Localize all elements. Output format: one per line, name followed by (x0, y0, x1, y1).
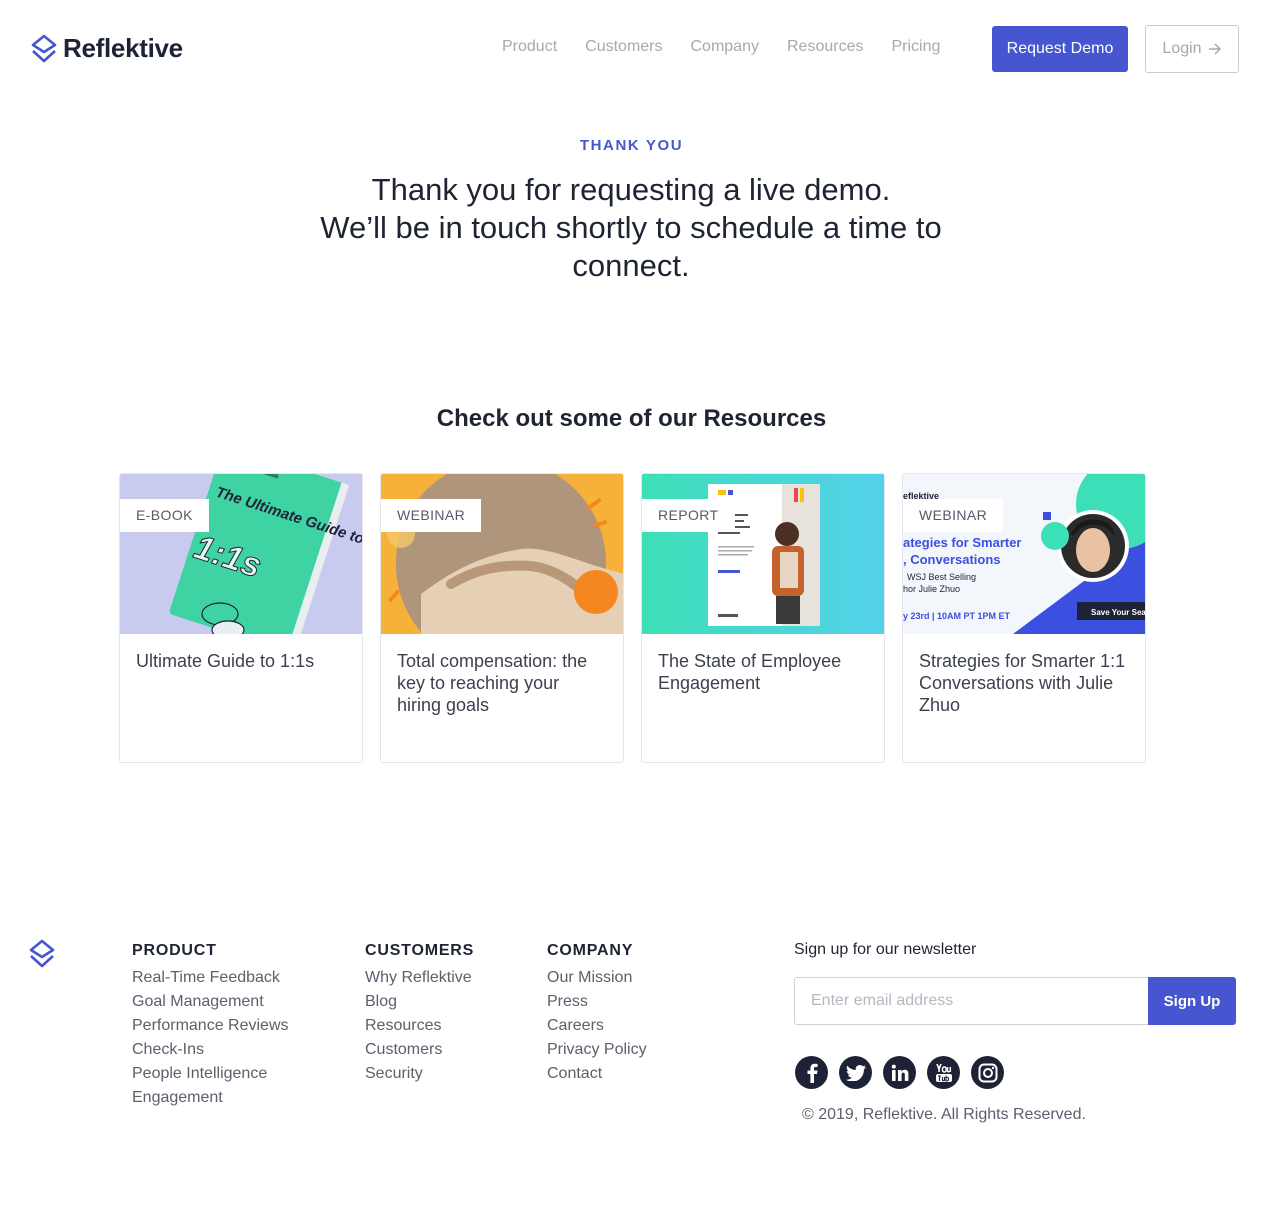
footer-link[interactable]: Why Reflektive (365, 966, 474, 990)
copyright-text: © 2019, Reflektive. All Rights Reserved. (802, 1106, 1086, 1123)
card-title: Total compensation: the key to reaching … (397, 651, 588, 715)
card-tag: REPORT (642, 499, 735, 532)
youtube-icon[interactable] (927, 1056, 960, 1089)
footer-link[interactable]: Contact (547, 1062, 647, 1086)
banner-title-line-1: ategies for Smarter (903, 535, 1022, 550)
save-seat-text: Save Your Seat (1091, 608, 1145, 617)
reflektive-logo-icon (31, 34, 57, 62)
social-links (795, 1056, 1004, 1089)
footer-link[interactable]: Press (547, 990, 647, 1014)
instagram-icon[interactable] (971, 1056, 1004, 1089)
hero-line-3: connect. (572, 248, 690, 283)
resources-heading: Check out some of our Resources (436, 405, 827, 432)
report-cover-image (708, 484, 820, 626)
footer-column-product: PRODUCT Real-Time Feedback Goal Manageme… (132, 942, 289, 1110)
footer-link[interactable]: Blog (365, 990, 474, 1014)
footer-link[interactable]: Check-Ins (132, 1038, 289, 1062)
report-thumbnail: REPORT (642, 474, 884, 634)
footer-link[interactable]: Resources (365, 1014, 474, 1038)
footer-link[interactable]: Security (365, 1062, 474, 1086)
card-title: Strategies for Smarter 1:1 Conversations… (919, 651, 1126, 715)
main-nav: Product Customers Company Resources Pric… (502, 38, 968, 56)
webinar-julie-zhuo-thumbnail: Save Your Seat eflektive ategies for Sma… (903, 474, 1145, 634)
brand-name: Reflektive (63, 33, 183, 63)
newsletter-email-input[interactable] (794, 977, 1148, 1025)
card-title: The State of Employee Engagement (658, 651, 842, 693)
thank-you-eyebrow: THANK YOU (579, 137, 684, 154)
resource-card-webinar-julie-zhuo[interactable]: Save Your Seat eflektive ategies for Sma… (902, 473, 1146, 763)
footer-link[interactable]: Careers (547, 1014, 647, 1038)
twitter-icon[interactable] (839, 1056, 872, 1089)
nav-pricing[interactable]: Pricing (891, 38, 940, 56)
banner-sub-line-2: hor Julie Zhuo (903, 584, 960, 594)
ebook-cover-image: The Ultimate Guide to 1:1s (169, 474, 362, 634)
nav-customers[interactable]: Customers (585, 38, 662, 56)
resource-card-webinar-compensation[interactable]: WEBINAR Total compensation: the key to r… (380, 473, 624, 763)
nav-product[interactable]: Product (502, 38, 557, 56)
ebook-thumbnail: The Ultimate Guide to 1:1s E-BOOK (120, 474, 362, 634)
request-demo-button[interactable]: Request Demo (992, 26, 1128, 72)
login-label: Login (1162, 40, 1202, 57)
card-title: Ultimate Guide to 1:1s (136, 651, 315, 671)
linkedin-icon[interactable] (883, 1056, 916, 1089)
footer-link[interactable]: Performance Reviews (132, 1014, 289, 1038)
footer-link[interactable]: Goal Management (132, 990, 289, 1014)
brand-logo[interactable]: Reflektive (31, 33, 183, 64)
hero-line-1: Thank you for requesting a live demo. (371, 172, 891, 207)
footer-heading: CUSTOMERS (365, 942, 475, 959)
webinar-handshake-thumbnail: WEBINAR (381, 474, 623, 634)
banner-sub-line-1: WSJ Best Selling (907, 572, 976, 582)
arrow-right-icon (1208, 43, 1221, 55)
resource-card-report[interactable]: REPORT The State of Employee Engagement (641, 473, 885, 763)
newsletter-signup-button[interactable]: Sign Up (1148, 977, 1236, 1025)
reflektive-logo-icon (29, 939, 55, 968)
footer-column-customers: CUSTOMERS Why Reflektive Blog Resources … (365, 942, 474, 1086)
banner-date: y 23rd | 10AM PT 1PM ET (903, 611, 1011, 621)
login-button[interactable]: Login (1145, 25, 1239, 73)
footer-heading: PRODUCT (132, 942, 217, 959)
footer-link[interactable]: Our Mission (547, 966, 647, 990)
hero-line-2: We’ll be in touch shortly to schedule a … (320, 210, 942, 245)
newsletter-label: Sign up for our newsletter (794, 941, 977, 958)
nav-resources[interactable]: Resources (787, 38, 863, 56)
banner-title-line-2: , Conversations (903, 552, 1001, 567)
webinar-banner-image: Save Your Seat eflektive ategies for Sma… (903, 474, 1145, 634)
footer-link[interactable]: People Intelligence (132, 1062, 289, 1086)
footer-link[interactable]: Privacy Policy (547, 1038, 647, 1062)
footer-logo[interactable] (29, 939, 55, 974)
card-tag: WEBINAR (903, 499, 1004, 532)
page-title: Thank you for requesting a live demo. We… (281, 171, 981, 285)
resource-cards: The Ultimate Guide to 1:1s E-BOOK Ultima… (119, 473, 1146, 763)
footer-link[interactable]: Engagement (132, 1086, 289, 1110)
resource-card-ebook[interactable]: The Ultimate Guide to 1:1s E-BOOK Ultima… (119, 473, 363, 763)
footer-link[interactable]: Real-Time Feedback (132, 966, 289, 990)
card-tag: WEBINAR (381, 499, 482, 532)
handshake-image (387, 474, 623, 634)
nav-company[interactable]: Company (691, 38, 759, 56)
facebook-icon[interactable] (795, 1056, 828, 1089)
footer-link[interactable]: Customers (365, 1038, 474, 1062)
footer-column-company: COMPANY Our Mission Press Careers Privac… (547, 942, 647, 1086)
card-tag: E-BOOK (120, 499, 209, 532)
footer-heading: COMPANY (547, 942, 634, 959)
